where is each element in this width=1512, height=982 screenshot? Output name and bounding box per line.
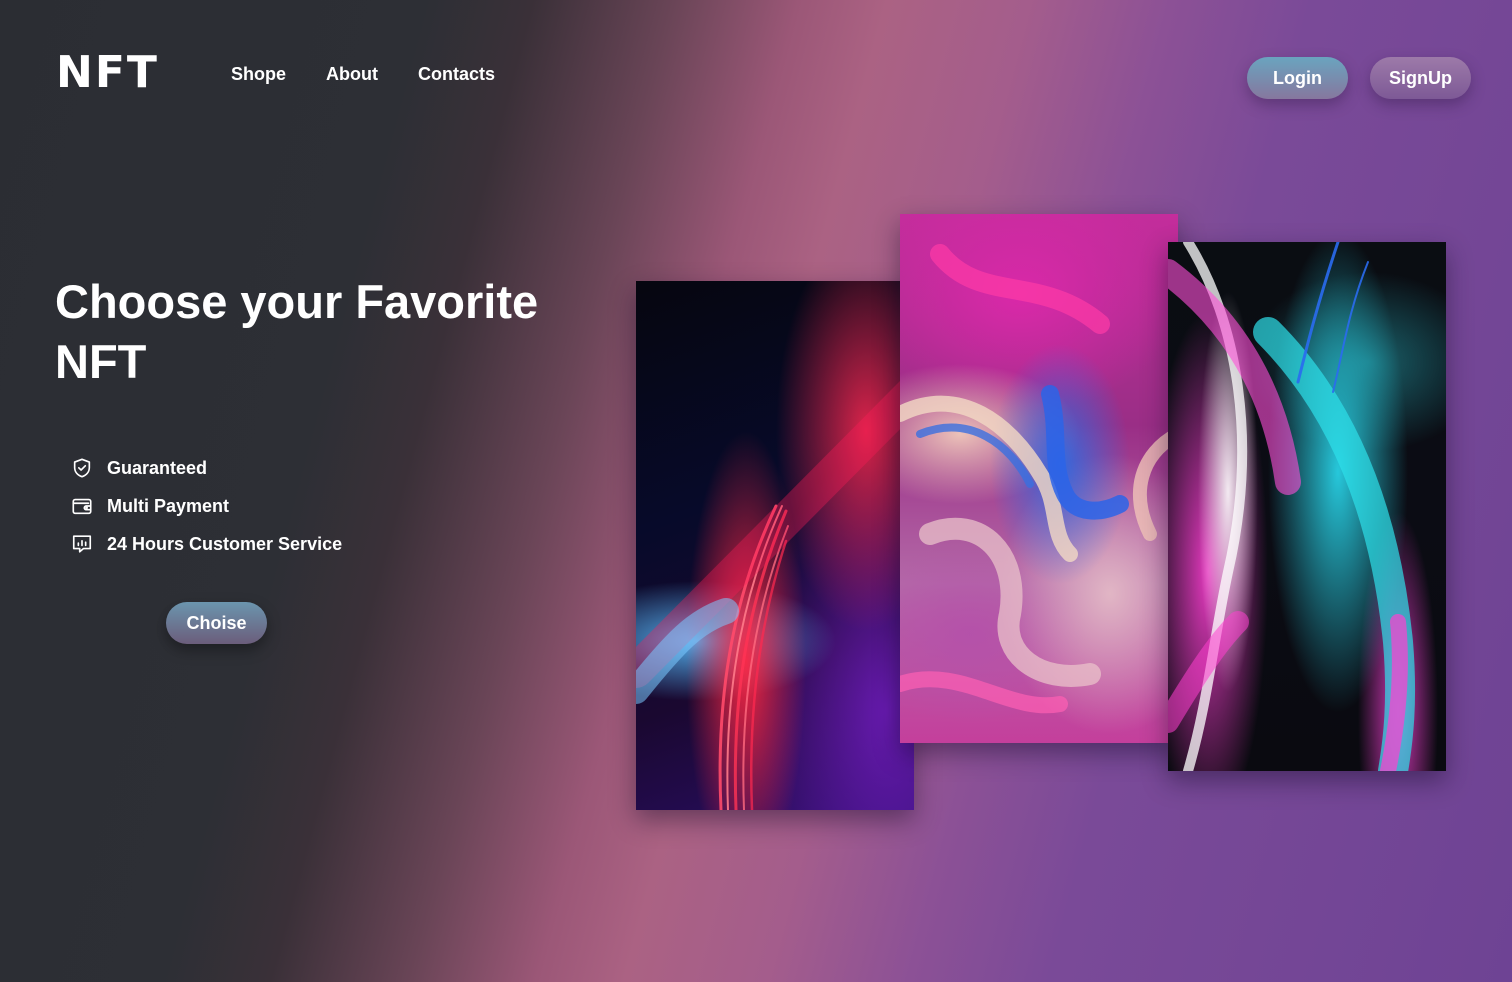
neon-waves-art — [1168, 242, 1416, 771]
nft-card-light-streaks[interactable] — [636, 281, 914, 810]
feature-label: Multi Payment — [107, 495, 230, 516]
signup-button[interactable]: SignUp — [1370, 57, 1471, 99]
nft-card-fluid-marble[interactable] — [900, 214, 1178, 743]
main-nav: Shope About Contacts — [231, 64, 495, 84]
shield-check-icon — [70, 456, 94, 480]
nft-card-neon-waves[interactable] — [1168, 242, 1446, 771]
hero-title: Choose your Favorite NFT — [55, 275, 539, 388]
wallet-icon — [70, 494, 94, 518]
nav-item-shope[interactable]: Shope — [231, 64, 286, 84]
chat-chart-icon — [70, 532, 94, 556]
login-button[interactable]: Login — [1247, 57, 1348, 99]
choise-button[interactable]: Choise — [166, 602, 267, 644]
feature-label: 24 Hours Customer Service — [107, 533, 343, 554]
feature-item-customer-service: 24 Hours Customer Service — [70, 531, 342, 557]
feature-item-guaranteed: Guaranteed — [70, 455, 342, 481]
feature-item-multi-payment: Multi Payment — [70, 493, 342, 519]
nav-item-contacts[interactable]: Contacts — [418, 64, 495, 84]
fluid-marble-art — [900, 244, 1178, 714]
feature-list: Guaranteed Multi Payment 24 Hours Custom… — [70, 455, 342, 569]
logo[interactable]: NFT — [56, 50, 159, 96]
feature-label: Guaranteed — [107, 457, 208, 478]
nav-item-about[interactable]: About — [326, 64, 378, 84]
light-streaks-art — [636, 374, 914, 810]
